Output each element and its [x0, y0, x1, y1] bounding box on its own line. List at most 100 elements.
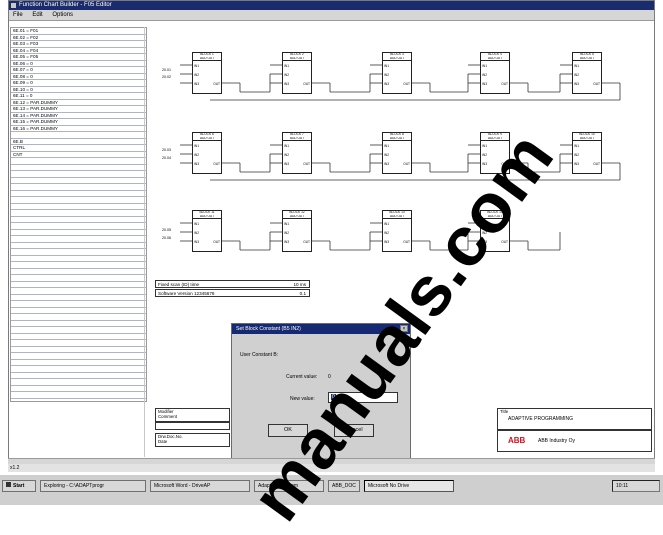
- cancel-button[interactable]: Cancel: [334, 424, 374, 437]
- function-block[interactable]: BLOCK 11 ADD OUT IN1 IN2 IN3 OUT: [192, 210, 222, 252]
- menu-bar: File Edit Options: [9, 10, 654, 21]
- function-block[interactable]: BLOCK 12 ADD OUT IN1 IN2 IN3 OUT: [282, 210, 312, 252]
- dialog-title-bar: Set Block Constant (B5 IN2) ×: [232, 324, 410, 334]
- block-header: BLOCK 12 ADD OUT: [283, 211, 311, 219]
- parameter-row[interactable]: [11, 399, 146, 402]
- signal-label: 20.06: [162, 236, 171, 240]
- block-output-label: OUT: [403, 82, 410, 86]
- status-text: x1.2: [10, 465, 20, 471]
- block-input-label: IN2: [482, 153, 487, 157]
- block-input-label: IN1: [574, 144, 579, 148]
- block-output-label: OUT: [501, 240, 508, 244]
- signal-label: 20.02: [162, 75, 171, 79]
- software-version-row: Software Version 12345678 0.1: [155, 289, 310, 297]
- software-version-value: 0.1: [299, 291, 306, 296]
- block-input-label: IN1: [482, 144, 487, 148]
- block-input-label: IN2: [384, 231, 389, 235]
- block-input-label: IN2: [574, 153, 579, 157]
- start-button[interactable]: Start: [2, 480, 36, 492]
- function-block[interactable]: BLOCK 13 ADD OUT IN1 IN2 IN3 OUT: [382, 210, 412, 252]
- function-block[interactable]: BLOCK 1 ADD OUT IN1 IN2 IN3 OUT: [192, 52, 222, 94]
- new-value-input[interactable]: 0: [328, 392, 398, 403]
- block-input-label: IN2: [284, 73, 289, 77]
- current-value-label: Current value:: [286, 374, 318, 380]
- block-header: BLOCK 4 ADD OUT: [481, 53, 509, 61]
- block-input-label: IN3: [284, 82, 289, 86]
- taskbar-item-adaptive[interactable]: Adaptive Program: [254, 480, 324, 492]
- date-label: Date: [158, 439, 168, 444]
- function-block[interactable]: BLOCK 5 ADD OUT IN1 IN2 IN3 OUT: [572, 52, 602, 94]
- taskbar-item-doc[interactable]: ABB_DOC: [328, 480, 360, 492]
- block-diagram: BLOCK 1 ADD OUT IN1 IN2 IN3 OUT BLOCK 2 ADD OUT…: [150, 40, 640, 280]
- function-block[interactable]: BLOCK 4 ADD OUT IN1 IN2 IN3 OUT: [480, 52, 510, 94]
- menu-file[interactable]: File: [13, 12, 23, 18]
- block-type: ADD OUT: [289, 214, 305, 218]
- panel-divider: [144, 27, 145, 457]
- function-block[interactable]: BLOCK 2 ADD OUT IN1 IN2 IN3 OUT: [282, 52, 312, 94]
- block-input-label: IN3: [574, 162, 579, 166]
- taskbar-item-word[interactable]: Microsoft Word - DriveAP: [150, 480, 250, 492]
- parameter-list[interactable]: 6E.01 = F01 6E.02 = F02 6E.03 = F03 6E.04 =…: [10, 27, 147, 402]
- ok-button[interactable]: OK: [268, 424, 308, 437]
- block-input-label: IN1: [194, 222, 199, 226]
- block-header: BLOCK 5 ADD OUT: [573, 53, 601, 61]
- function-block[interactable]: BLOCK 3 ADD OUT IN1 IN2 IN3 OUT: [382, 52, 412, 94]
- taskbar-item-explorer[interactable]: Exploring - C:\ADAPTprogr: [40, 480, 146, 492]
- block-input-label: IN3: [482, 82, 487, 86]
- block-output-label: OUT: [303, 240, 310, 244]
- block-output-label: OUT: [593, 162, 600, 166]
- block-type: ADD OUT: [487, 136, 503, 140]
- new-value-label: New value:: [290, 396, 315, 402]
- status-bar: x1.2: [8, 464, 655, 472]
- block-header: BLOCK 8 ADD OUT: [383, 133, 411, 141]
- block-input-label: IN1: [482, 222, 487, 226]
- company-name: ABB Industry Oy: [538, 438, 575, 444]
- block-output-label: OUT: [213, 162, 220, 166]
- block-header: BLOCK 14 ADD OUT: [481, 211, 509, 219]
- block-header: BLOCK 1 ADD OUT: [193, 53, 221, 61]
- block-type: ADD OUT: [199, 56, 215, 60]
- block-input-label: IN3: [194, 240, 199, 244]
- windows-logo-icon: [6, 482, 11, 487]
- function-block[interactable]: BLOCK 6 ADD OUT IN1 IN2 IN3 OUT: [192, 132, 222, 174]
- function-block[interactable]: BLOCK 10 ADD OUT IN1 IN2 IN3 OUT: [572, 132, 602, 174]
- signal-label: 20.03: [162, 148, 171, 152]
- block-type: ADD OUT: [289, 56, 305, 60]
- block-input-label: IN2: [284, 153, 289, 157]
- function-block[interactable]: BLOCK 14 ADD OUT IN1 IN2 IN3 OUT: [480, 210, 510, 252]
- taskbar: Start Exploring - C:\ADAPTprogr Microsof…: [0, 474, 663, 505]
- doc-number-cell: Drw.Doc.No. Date: [155, 433, 230, 447]
- block-header: BLOCK 2 ADD OUT: [283, 53, 311, 61]
- function-block[interactable]: BLOCK 7 ADD OUT IN1 IN2 IN3 OUT: [282, 132, 312, 174]
- block-output-label: OUT: [303, 82, 310, 86]
- drawing-title: ADAPTIVE PROGRAMMING: [508, 416, 574, 422]
- taskbar-item-active[interactable]: Microsoft No Drive: [364, 480, 454, 492]
- block-type: ADD OUT: [199, 214, 215, 218]
- function-block[interactable]: BLOCK 9 ADD OUT IN1 IN2 IN3 OUT: [480, 132, 510, 174]
- close-icon[interactable]: ×: [400, 325, 408, 332]
- block-input-label: IN1: [384, 222, 389, 226]
- software-version-label: Software Version 12345678: [158, 291, 215, 296]
- function-block[interactable]: BLOCK 8 ADD OUT IN1 IN2 IN3 OUT: [382, 132, 412, 174]
- block-type: ADD OUT: [487, 214, 503, 218]
- block-input-label: IN3: [194, 82, 199, 86]
- signal-label: 20.04: [162, 156, 171, 160]
- block-header: BLOCK 11 ADD OUT: [193, 211, 221, 219]
- block-type: ADD OUT: [289, 136, 305, 140]
- dialog-prompt: User Constant B:: [240, 352, 279, 358]
- menu-edit[interactable]: Edit: [32, 12, 42, 18]
- block-input-label: IN3: [384, 162, 389, 166]
- block-input-label: IN2: [194, 153, 199, 157]
- menu-options[interactable]: Options: [52, 12, 73, 18]
- block-type: ADD OUT: [199, 136, 215, 140]
- current-value: 0: [328, 374, 331, 380]
- block-header: BLOCK 6 ADD OUT: [193, 133, 221, 141]
- scan-time-value: 10 ms: [293, 282, 306, 287]
- block-input-label: IN3: [574, 82, 579, 86]
- block-type: ADD OUT: [579, 136, 595, 140]
- block-type: ADD OUT: [389, 56, 405, 60]
- block-output-label: OUT: [403, 162, 410, 166]
- block-input-label: IN1: [384, 64, 389, 68]
- block-output-label: OUT: [213, 82, 220, 86]
- block-input-label: IN2: [482, 231, 487, 235]
